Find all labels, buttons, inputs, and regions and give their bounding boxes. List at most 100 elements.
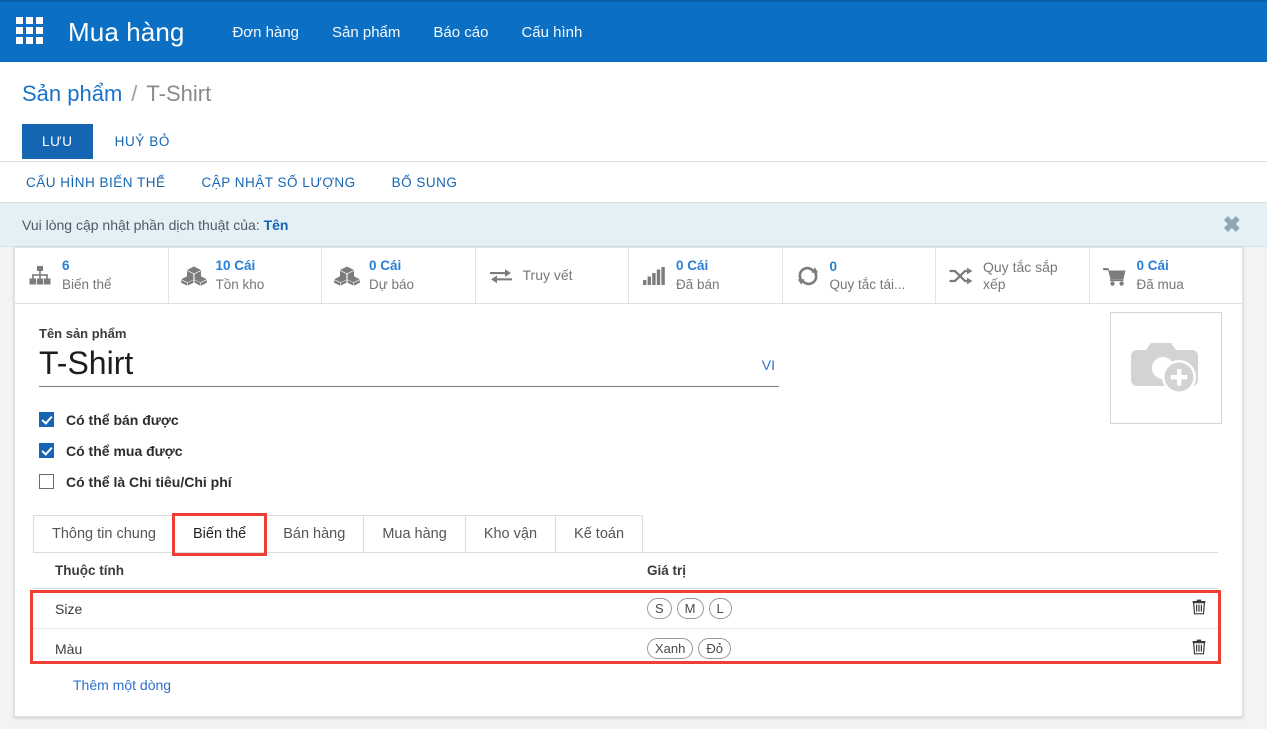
page-body: 6 Biến thể 10 Cái Tồn kho 0 Cái Dự báo T…: [0, 247, 1267, 729]
close-x-icon[interactable]: ✖: [1223, 213, 1249, 236]
breadcrumb-area: Sản phẩm / T-Shirt: [0, 62, 1267, 107]
stat-label-reordering-rules: Quy tắc tái...: [829, 276, 906, 292]
stat-button-on-hand[interactable]: 10 Cái Tồn kho: [169, 248, 322, 303]
attributes-table-wrap: Thuộc tính Giá trị Size S M L Màu Xanh Đ…: [30, 553, 1221, 695]
stat-button-purchased[interactable]: 0 Cái Đã mua: [1090, 248, 1243, 303]
stat-label-sold: Đã bán: [676, 276, 720, 292]
stat-button-variants[interactable]: 6 Biến thể: [15, 248, 169, 303]
trash-icon[interactable]: [1192, 639, 1206, 658]
trash-icon[interactable]: [1192, 599, 1206, 618]
breadcrumb-current: T-Shirt: [146, 81, 212, 106]
stat-value-sold: 0 Cái: [676, 257, 709, 273]
product-image-placeholder[interactable]: [1110, 312, 1222, 424]
form-tabs: Thông tin chung Biến thể Bán hàng Mua hà…: [33, 513, 1218, 556]
breadcrumb-root[interactable]: Sản phẩm: [22, 81, 122, 107]
shopping-cart-icon: [1102, 264, 1128, 288]
add-line-button[interactable]: Thêm một dòng: [73, 677, 171, 693]
checkbox-row-can-be-sold[interactable]: Có thể bán được: [39, 404, 1218, 435]
cell-attribute-values[interactable]: Xanh Đỏ: [633, 629, 1170, 669]
checkbox-label-can-be-sold: Có thể bán được: [66, 411, 179, 428]
cell-attribute-name[interactable]: Màu: [33, 629, 633, 669]
top-navbar: Mua hàng Đơn hàng Sản phẩm Báo cáo Cấu h…: [0, 0, 1267, 62]
arrows-exchange-icon: [488, 264, 514, 288]
stat-button-putaway-rules[interactable]: Quy tắc sắp xếp: [936, 248, 1090, 303]
shuffle-icon: [948, 264, 974, 288]
tab-purchase[interactable]: Mua hàng: [363, 515, 466, 552]
alert-field-link[interactable]: Tên: [264, 217, 289, 233]
tab-general-information[interactable]: Thông tin chung: [33, 515, 175, 552]
tag-value[interactable]: Đỏ: [698, 638, 731, 659]
tag-value[interactable]: M: [676, 598, 704, 619]
product-name-input[interactable]: T-Shirt VI: [39, 343, 779, 387]
stat-label-forecast: Dự báo: [369, 276, 415, 292]
update-quantity-button[interactable]: CẬP NHẬT SỐ LƯỢNG: [198, 169, 360, 196]
stat-buttons-bar: 6 Biến thể 10 Cái Tồn kho 0 Cái Dự báo T…: [15, 248, 1242, 304]
stat-value-variants: 6: [62, 257, 70, 273]
product-name-label: Tên sản phẩm: [39, 326, 127, 341]
cell-delete[interactable]: [1170, 588, 1218, 629]
configure-variants-button[interactable]: CẤU HÌNH BIẾN THỂ: [22, 169, 170, 196]
boxes-icon: [334, 264, 360, 288]
column-header-attribute: Thuộc tính: [33, 553, 633, 589]
checkbox-label-can-be-expensed: Có thể là Chi tiêu/Chi phí: [66, 473, 232, 490]
stat-button-traceability[interactable]: Truy vết: [476, 248, 629, 303]
attributes-table: Thuộc tính Giá trị Size S M L Màu Xanh Đ…: [33, 553, 1218, 668]
stat-label-traceability: Truy vết: [522, 267, 573, 284]
tag-value[interactable]: Xanh: [647, 638, 694, 659]
nav-item-products[interactable]: Sản phẩm: [332, 24, 400, 41]
table-row[interactable]: Size S M L: [33, 588, 1218, 629]
nav-item-configuration[interactable]: Cấu hình: [521, 24, 582, 41]
column-header-delete: [1170, 553, 1218, 589]
stat-label-purchased: Đã mua: [1136, 276, 1184, 292]
replenish-button[interactable]: BỔ SUNG: [388, 169, 462, 196]
translation-alert: Vui lòng cập nhật phần dịch thuật của: T…: [0, 203, 1267, 247]
breadcrumb: Sản phẩm / T-Shirt: [22, 81, 1267, 107]
cell-delete[interactable]: [1170, 629, 1218, 669]
stat-value-purchased: 0 Cái: [1136, 257, 1169, 273]
tag-group: S M L: [647, 598, 1164, 619]
secondary-toolbar: CẤU HÌNH BIẾN THỂ CẬP NHẬT SỐ LƯỢNG BỔ S…: [0, 161, 1267, 203]
hierarchy-icon: [27, 264, 53, 288]
table-row[interactable]: Màu Xanh Đỏ: [33, 629, 1218, 669]
tag-group: Xanh Đỏ: [647, 638, 1164, 659]
stat-button-forecast[interactable]: 0 Cái Dự báo: [322, 248, 476, 303]
stat-value-on-hand: 10 Cái: [215, 257, 256, 273]
language-badge[interactable]: VI: [762, 357, 775, 383]
record-actions: LƯU HUỶ BỎ: [0, 107, 1267, 161]
table-header-row: Thuộc tính Giá trị: [33, 553, 1218, 589]
main-menu: Đơn hàng Sản phẩm Báo cáo Cấu hình: [232, 24, 582, 41]
grid-apps-icon[interactable]: [16, 17, 46, 47]
stat-label-variants: Biến thể: [62, 276, 112, 292]
cell-attribute-values[interactable]: S M L: [633, 588, 1170, 629]
camera-add-icon: [1127, 335, 1205, 402]
checkbox-can-be-purchased[interactable]: [39, 443, 54, 458]
product-form-area: Tên sản phẩm T-Shirt VI Có thể bán được …: [15, 304, 1242, 497]
tag-value[interactable]: S: [647, 598, 672, 619]
stat-button-sold[interactable]: 0 Cái Đã bán: [629, 248, 783, 303]
product-name-value[interactable]: T-Shirt: [39, 343, 762, 383]
boxes-icon: [180, 264, 207, 288]
save-button[interactable]: LƯU: [22, 123, 93, 159]
cell-attribute-name[interactable]: Size: [33, 588, 633, 629]
nav-item-orders[interactable]: Đơn hàng: [232, 24, 299, 41]
stat-value-forecast: 0 Cái: [369, 257, 402, 273]
checkbox-row-can-be-purchased[interactable]: Có thể mua được: [39, 435, 1218, 466]
app-brand-title: Mua hàng: [68, 16, 185, 47]
product-flags: Có thể bán được Có thể mua được Có thể l…: [39, 404, 1218, 497]
checkbox-can-be-sold[interactable]: [39, 412, 54, 427]
stat-button-reordering-rules[interactable]: 0 Quy tắc tái...: [783, 248, 936, 303]
tab-accounting[interactable]: Kế toán: [555, 515, 644, 552]
tab-sales[interactable]: Bán hàng: [264, 515, 365, 552]
checkbox-can-be-expensed[interactable]: [39, 474, 54, 489]
stat-label-on-hand: Tồn kho: [215, 276, 265, 292]
bar-chart-icon: [641, 264, 667, 288]
tag-value[interactable]: L: [708, 598, 732, 619]
tab-variants[interactable]: Biến thể: [171, 513, 268, 556]
discard-button[interactable]: HUỶ BỎ: [111, 124, 174, 159]
checkbox-row-can-be-expensed[interactable]: Có thể là Chi tiêu/Chi phí: [39, 466, 1218, 497]
stat-value-reordering-rules: 0: [829, 259, 838, 275]
refresh-cycle-icon: [795, 264, 821, 288]
nav-item-reports[interactable]: Báo cáo: [433, 24, 488, 41]
breadcrumb-separator: /: [131, 81, 138, 106]
tab-inventory[interactable]: Kho vận: [464, 515, 557, 552]
